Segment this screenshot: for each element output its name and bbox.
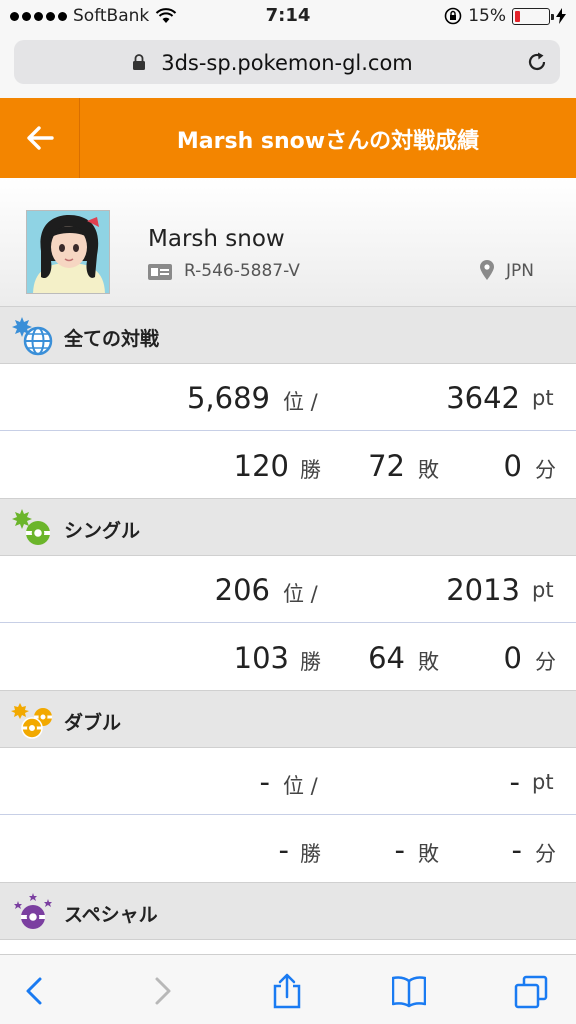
losses-value: 72 [368,449,405,483]
battery-percent: 15% [468,6,506,26]
globe-icon [12,317,53,356]
player-profile: Marsh snow R-546-5887-V JPN [0,178,576,306]
charging-icon [556,8,566,24]
points-unit: pt [532,770,554,794]
status-right: 15% [444,6,566,26]
draws-unit: 分 [535,842,556,866]
points-value: 2013 [446,573,520,607]
pokeball-special-icon [14,893,52,929]
wins-unit: 勝 [300,458,321,482]
rank-unit: 位 / [283,774,318,798]
url-text: 3ds-sp.pokemon-gl.com [161,51,413,75]
record-row: 103 勝 64 敗 0 分 [0,624,576,691]
id-card-icon [148,264,172,280]
wins-value: - [278,833,289,867]
avatar [26,210,110,294]
rotation-lock-icon [444,7,462,25]
draws-value: - [511,833,522,867]
section-title: 全ての対戦 [64,328,160,350]
rank-value: - [259,765,270,799]
rank-row: 5,689 位 / 3642 pt [0,364,576,431]
browser-address-area: 3ds-sp.pokemon-gl.com [0,34,576,98]
back-chevron-icon[interactable] [18,973,52,1009]
points-value: - [509,765,520,799]
page-title: Marsh snowさんの対戦成績 [176,129,480,154]
section-all-battles: 全ての対戦 [0,306,576,364]
record-row: 120 勝 72 敗 0 分 [0,432,576,499]
page-header: Marsh snowさんの対戦成績 [0,98,576,178]
rank-row: - 位 / - pt [0,748,576,815]
section-title: シングル [64,520,141,542]
points-unit: pt [532,386,554,410]
bookmarks-icon[interactable] [392,973,426,1009]
battery-icon [512,7,554,25]
wins-unit: 勝 [300,650,321,674]
wins-value: 120 [233,449,289,483]
reload-icon[interactable] [526,51,548,73]
browser-toolbar [0,954,576,1024]
arrow-left-icon [27,126,54,150]
losses-unit: 敗 [418,842,439,866]
draws-unit: 分 [535,458,556,482]
section-double: ダブル [0,690,576,748]
share-icon[interactable] [270,973,304,1009]
rank-value: 5,689 [186,381,270,415]
draws-value: 0 [503,641,522,675]
rank-value: 206 [214,573,270,607]
section-single: シングル [0,498,576,556]
section-title: スペシャル [64,904,158,926]
record-row: - 勝 - 敗 - 分 [0,816,576,883]
player-name: Marsh snow [148,226,285,252]
rank-row: 206 位 / 2013 pt [0,556,576,623]
rank-unit: 位 / [283,390,318,414]
points-value: 3642 [446,381,520,415]
wins-unit: 勝 [300,842,321,866]
address-bar[interactable]: 3ds-sp.pokemon-gl.com [14,40,560,84]
forward-chevron-icon[interactable] [145,973,179,1009]
draws-unit: 分 [535,650,556,674]
rank-unit: 位 / [283,582,318,606]
draws-value: 0 [503,449,522,483]
losses-unit: 敗 [418,650,439,674]
losses-unit: 敗 [418,458,439,482]
pokeball-single-icon [12,509,50,545]
status-bar: SoftBank 7:14 15% [0,0,576,34]
player-country: JPN [506,261,534,281]
location-pin-icon [480,260,494,280]
pokeball-double-icon [11,703,52,739]
losses-value: 64 [368,641,405,675]
back-button[interactable] [0,98,80,178]
section-special: スペシャル [0,882,576,940]
losses-value: - [394,833,405,867]
points-unit: pt [532,578,554,602]
section-title: ダブル [64,712,122,734]
player-id: R-546-5887-V [184,261,300,281]
wins-value: 103 [233,641,289,675]
tabs-icon[interactable] [514,973,548,1009]
